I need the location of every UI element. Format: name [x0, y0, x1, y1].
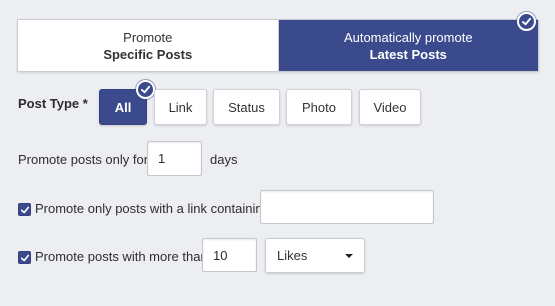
specific-option-line1: Promote: [123, 29, 173, 45]
days-input[interactable]: 1: [147, 141, 202, 176]
promote-specific-posts-option[interactable]: Promote Specific Posts: [18, 20, 279, 71]
post-type-video-label: Video: [373, 99, 407, 115]
latest-option-line2: Latest Posts: [369, 46, 447, 62]
promote-settings-panel: Promote Specific Posts Automatically pro…: [0, 0, 555, 306]
post-type-photo-button[interactable]: Photo: [286, 89, 352, 125]
days-suffix-label: days: [210, 152, 238, 167]
specific-option-line2: Specific Posts: [103, 46, 193, 62]
post-type-video-button[interactable]: Video: [359, 89, 421, 125]
checkmark-icon: [20, 254, 29, 261]
promotion-mode-toggle: Promote Specific Posts Automatically pro…: [17, 12, 539, 72]
link-filter-label: Promote only posts with a link containin…: [35, 201, 274, 216]
engagement-filter-label: Promote posts with more than: [35, 249, 208, 264]
post-type-link-label: Link: [168, 99, 193, 115]
latest-option-line1: Automatically promote: [343, 29, 473, 45]
selected-check-icon: [517, 12, 536, 31]
days-prefix-label: Promote posts only for: [18, 152, 149, 167]
chevron-down-icon: [345, 253, 353, 258]
checkmark-icon: [20, 206, 29, 213]
selected-check-icon: [136, 80, 155, 99]
post-type-photo-label: Photo: [302, 99, 336, 115]
auto-promote-latest-option[interactable]: Automatically promote Latest Posts: [278, 12, 538, 71]
link-filter-checkbox[interactable]: [18, 203, 31, 216]
engagement-filter-checkbox[interactable]: [18, 251, 31, 264]
post-type-all-button[interactable]: All: [99, 80, 155, 125]
post-type-status-label: Status: [228, 99, 265, 115]
engagement-threshold-value: 10: [213, 247, 228, 263]
post-type-status-button[interactable]: Status: [213, 89, 280, 125]
link-contains-input[interactable]: [260, 190, 434, 224]
engagement-metric-select[interactable]: Likes: [265, 238, 365, 273]
post-type-all-label: All: [114, 99, 132, 115]
post-type-label: Post Type *: [18, 96, 88, 111]
engagement-threshold-input[interactable]: 10: [202, 238, 257, 272]
days-input-value: 1: [158, 151, 166, 166]
post-type-link-button[interactable]: Link: [154, 89, 207, 125]
engagement-metric-value: Likes: [277, 248, 308, 263]
